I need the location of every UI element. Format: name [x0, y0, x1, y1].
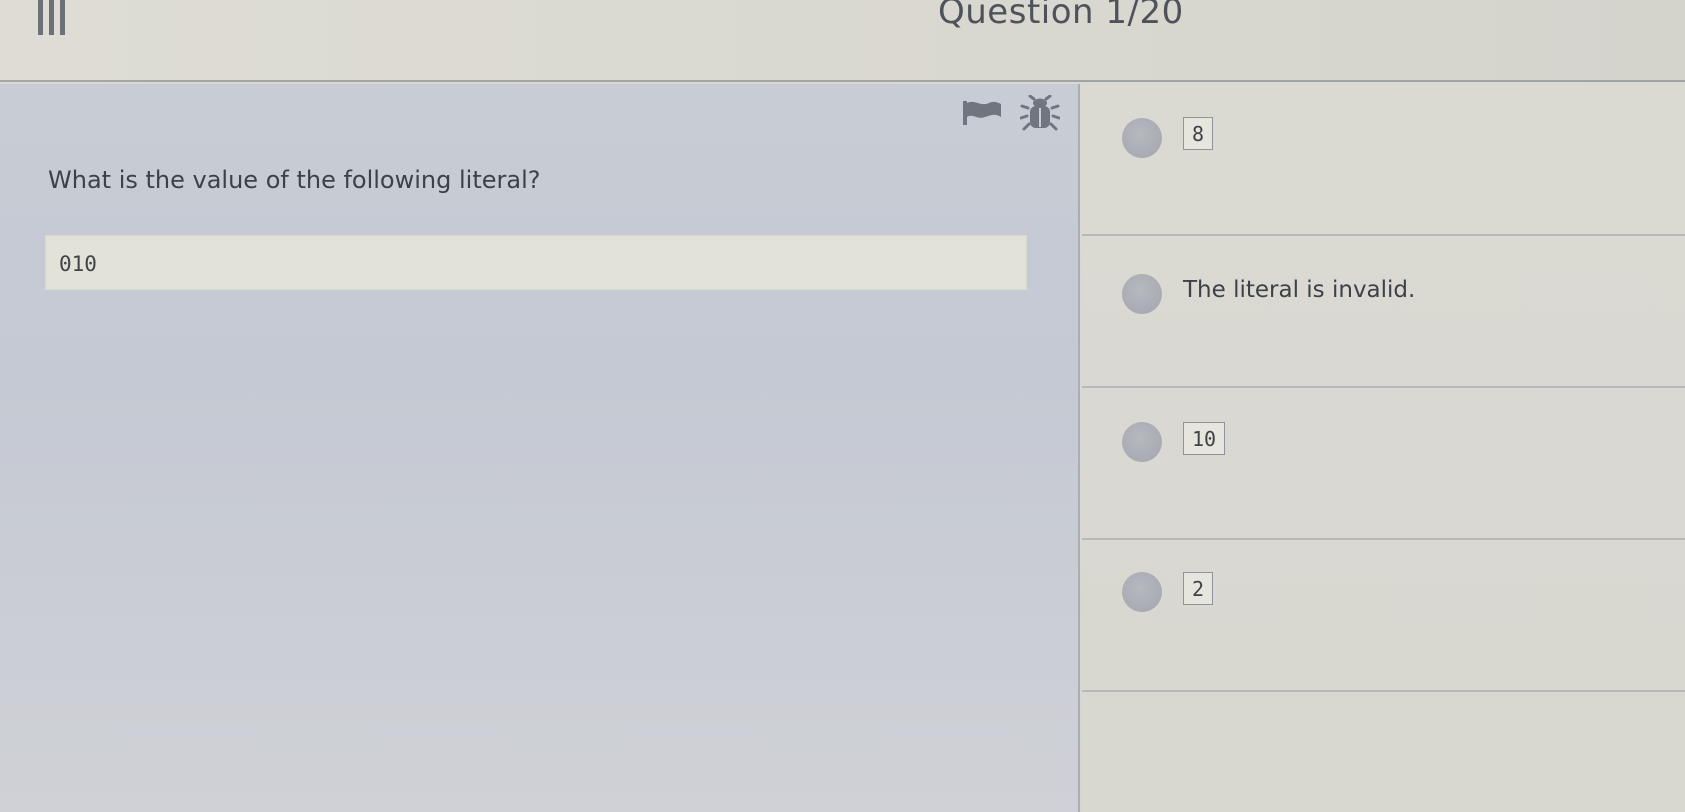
top-bar: Question 1/20 [0, 0, 1685, 82]
question-prompt: What is the value of the following liter… [48, 166, 541, 194]
question-toolbar [960, 94, 1062, 132]
option-text-label: The literal is invalid. [1183, 277, 1416, 303]
radio-button[interactable] [1122, 118, 1162, 158]
quiz-page: Question 1/20 What is the value of the f… [0, 0, 1685, 812]
answer-option-3[interactable]: 10 [1082, 388, 1685, 540]
option-code-label: 2 [1183, 572, 1214, 605]
code-snippet: 010 [59, 252, 97, 276]
answer-option-1[interactable]: 8 [1082, 84, 1685, 236]
hamburger-menu-icon[interactable] [38, 0, 66, 36]
option-code-label: 10 [1183, 422, 1226, 455]
radio-button[interactable] [1122, 422, 1162, 462]
menu-bar-1 [38, 0, 43, 35]
page-title: Question 1/20 [938, 0, 1184, 32]
radio-button[interactable] [1122, 572, 1162, 612]
menu-bar-3 [60, 0, 65, 35]
menu-bar-2 [49, 0, 54, 35]
option-code-label: 8 [1183, 117, 1214, 150]
bug-icon[interactable] [1018, 94, 1062, 132]
answer-option-4[interactable]: 2 [1082, 540, 1685, 692]
answer-panel: 8 The literal is invalid. 10 2 [1082, 84, 1685, 812]
radio-button[interactable] [1122, 274, 1162, 314]
code-snippet-box: 010 [45, 235, 1027, 290]
flag-icon[interactable] [960, 94, 1004, 132]
answer-option-2[interactable]: The literal is invalid. [1082, 236, 1685, 388]
